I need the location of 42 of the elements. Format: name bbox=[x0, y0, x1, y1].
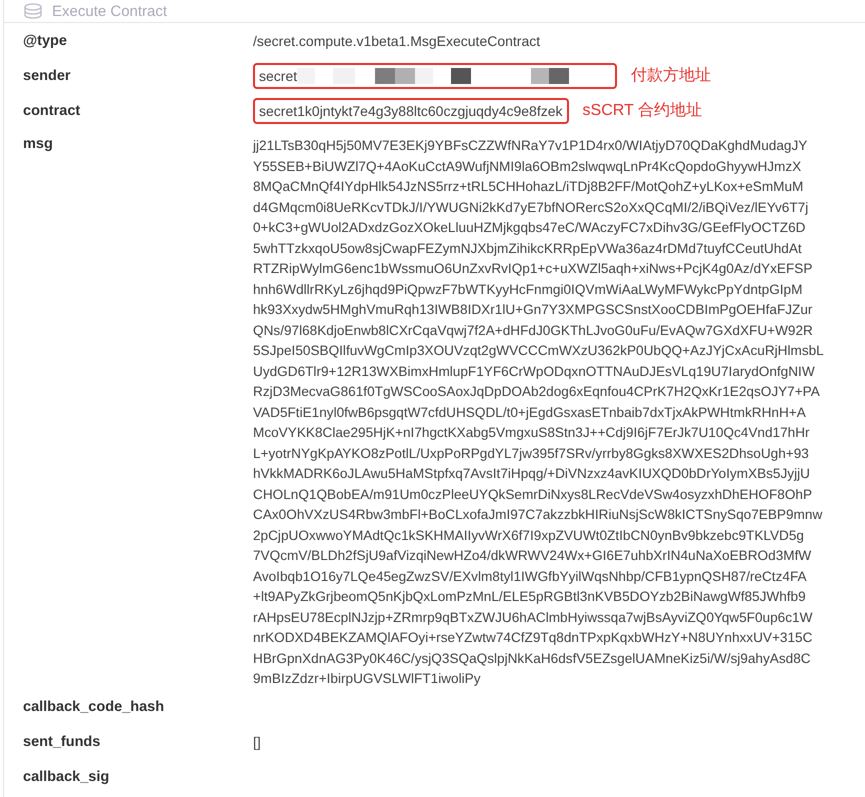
message-line: +lt9APyZkGrjbeomQ5nKjbQxLomPzMnL/ELE5pRGBtl3nKVB5DOYzb2BiNawgWf85JWhfb9 bbox=[253, 588, 807, 606]
message-line: AvoIbqb1O16y7LQe45egZwzSV/EXvlm8tyl1IWGfbYyilWqsNhbp/CFB1ypnQSH87/reCtz4FA bbox=[253, 568, 808, 586]
message-line: 8MQaCMnQf4IYdpHlk54JzNS5rrz+tRL5CHHohazL/iTDj8B2FF/MotQohZ+yLKox+eSmMuM bbox=[253, 178, 804, 196]
message-line: hVkkMADRK6oJLAwu5HaMStpfxq7AvsIt7iHpqg/+DiVNzxz4avKIUXQD0bDrYoIymXBs5JyjjU bbox=[253, 465, 811, 483]
section-title: Execute Contract bbox=[52, 2, 168, 20]
message-line: hnh6WdllrRKyLz6jhqd9PiQpwzF7bWTKyyHcFnmgi0IQVmWiAaLWyMFWykcPpYdntpGIpM bbox=[253, 280, 804, 299]
field-label: sent_funds bbox=[23, 734, 102, 750]
message-line: 0+kC3+gWUol2ADxdzGozXOkeLluuHZMjkgqbs47eC/WAczyFC7xDihv3G/GEefFlyOCTZ6D bbox=[253, 219, 806, 237]
message-line: QNs/97l68KdjoEnwb8lCXrCqaVqwj7f2A+dHFdJ0GKThLJvoG0uFu/EvAQw7GXdXFU+W92R bbox=[253, 322, 814, 340]
message-line: 7VQcmV/BLDh2fSjU9afVizqiNewHZo4/dkWRWV24Wx+GI6E7uhbXrIN4uNaXoEBROd3MfW bbox=[253, 547, 812, 565]
message-line: rAHpsEU78EcplNJzjp+ZRmrp9qBTxZWJU6hAClmbHyiwssqa7wjBsAyviZQ0Yqw5F0up6c1W bbox=[253, 608, 814, 627]
message-line: UydGD6Tlr9+12R13WXBimxHmlupF1YF6CrWpODqxnOTTNAuDJEsVLq19U7IarydOnfgNIW bbox=[253, 362, 816, 381]
message-line: McoVYKK8Clae295HjK+nI7hgctKXabg5VmgxuS8Stn3J++Cdj9I6jF7ErJk7U10Qc4Vnd17hHr bbox=[253, 424, 811, 442]
field-label: msg bbox=[23, 136, 54, 152]
highlight-box: secret1k0jntykt7e4g3y88ltc60czgjuqdy4c9e8fzek bbox=[253, 98, 569, 124]
field-label: callback_code_hash bbox=[23, 699, 166, 715]
field-label: contract bbox=[23, 102, 82, 118]
message-line: hk93Xxydw5HMghVmuRqh13IWB8IDXr1lU+Gn7Y3XMPGSCSnstXooCDBImPgOEHfaFJZur bbox=[253, 301, 814, 319]
field-value: secret bbox=[259, 68, 298, 84]
field-label: callback_sig bbox=[23, 769, 110, 785]
message-line: RzjD3MecvaG861f0TgWSCooSAoxJqDpDOAb2dog6xEqnfou4CPrK7H2QxKr1E2qsOJY7+PA bbox=[253, 383, 821, 401]
message-line: 2pCjpUOxwwoYMAdtQc1kSKHMAIIyvWrX6f7I9xpZVUWt0ZtIbCN0ynBv9bkzebc9TKLVD5g bbox=[253, 526, 805, 545]
message-line: nrKODXD4BEKZAMQlAFOyi+rseYZwtw74CfZ9Tq8dnTPxpKqxbWHzY+N8UYnhxxUV+315C bbox=[253, 629, 814, 647]
message-line: CHOLnQ1QBobEA/m91Um0czPleeUYQkSemrDiNxys8LRecVdeVSw4osyzxhDhEHOF8OhP bbox=[253, 486, 814, 504]
annotation: 付款方地址 bbox=[631, 66, 711, 86]
message-line: HBrGpnXdnAG3Py0K46C/ysjQ3SQaQslpjNkKaH6dsfV5EZsgelUAMneKiz5i/W/sj9ahyAsd8C bbox=[253, 650, 812, 668]
field-value: [] bbox=[253, 734, 262, 750]
stack-icon bbox=[24, 3, 42, 19]
message-line: 5whTTzkxqoU5ow8sjCwapFEZymNJXbjmZihikcKRRpEpVWa36az4rDMd7tuyfCCeutUhdAt bbox=[253, 240, 803, 258]
message-line: VAD5FtiE1nyl0fwB6psgqtW7cfdUHSQDL/t0+jEgdGsxasETnbaib7dxTjxAkPWHtmkRHnH+A bbox=[253, 404, 807, 422]
message-line: RTZRipWylmG6enc1bWssmuO6UnZxvRvIQp1+c+uXWZl5aqh+xiNws+PcjK4g0Az/dYxEFSP bbox=[253, 260, 814, 278]
field-value: /secret.compute.v1beta1.MsgExecuteContract bbox=[253, 32, 542, 48]
message-line: 5SJpeI50SBQIlfuvWgCmIp3XOUVzqt2gWVCCCmWXzU362kP0UbQQ+AzJYjCxAcuRjHlmsbL bbox=[253, 342, 825, 360]
field-label: @type bbox=[23, 32, 68, 48]
message-line: 9mBIzZdzr+IbirpUGVSLWlFT1iwoliPy bbox=[253, 670, 482, 688]
message-line: jj21LTsB30qH5j50MV7E3EKj9YBFsCZZWfNRaY7v1P1D4rx0/WIAtjyD70QDaKghdMudagJY bbox=[253, 137, 808, 155]
message-line: Y55SEB+BiUWZl7Q+4AoKuCctA9WufjNMI9la6OBm2slwqwqLnPr4KcQopdoGhyywHJmzX bbox=[253, 158, 802, 176]
field-label: sender bbox=[23, 68, 72, 84]
message-line: CAx0OhVXzUS4Rbw3mbFl+BoCLxofaJmI97C7akzzbkHIRiuNsjScW8kICTSnySqo7EBP9mnw bbox=[253, 506, 824, 524]
message-line: L+yotrNYgKpAYKO8zPotlL/UxpPoRPgdYL7jw395f7SRv/yrrby8Ggks8XWXES2DhsoUgh+93 bbox=[253, 444, 810, 463]
message-line: d4GMqcm0i8UeRKcvTDkJ/I/YWUGNi2kKd7yE7bfNORercS2oXxQCqMI/2/iBQiVez/lEYv6T7j bbox=[253, 198, 810, 217]
annotation: sSCRT 合约地址 bbox=[582, 100, 702, 121]
